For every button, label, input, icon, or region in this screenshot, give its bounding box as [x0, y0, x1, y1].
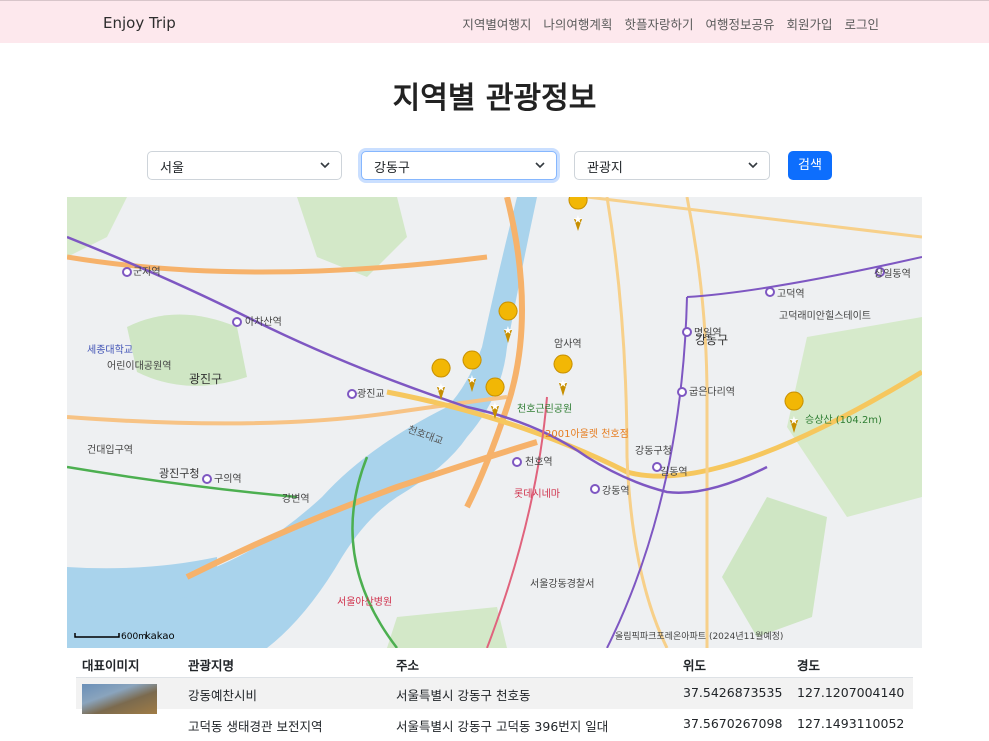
page-title: 지역별 관광정보: [392, 81, 597, 116]
search-button[interactable]: 검색: [788, 151, 832, 180]
cell-address: 서울특별시 강동구 고덕동 396번지 일대: [396, 719, 609, 734]
svg-text:군자역: 군자역: [133, 266, 161, 278]
content-type-select-value: 관광지: [587, 161, 623, 176]
svg-text:승상산 (104.2m): 승상산 (104.2m): [805, 414, 882, 426]
svg-text:600m: 600m: [121, 632, 147, 642]
svg-text:광진구: 광진구: [189, 372, 222, 386]
svg-text:★: ★: [503, 324, 513, 337]
nav-link-signup[interactable]: 회원가입: [786, 14, 832, 33]
chevron-down-icon: [535, 162, 545, 169]
svg-text:★: ★: [789, 414, 799, 427]
svg-text:올림픽파크포레온아파트 (2024년11월예정): 올림픽파크포레온아파트 (2024년11월예정): [615, 630, 783, 642]
cell-lng: 127.1207004140: [797, 685, 905, 700]
svg-text:★: ★: [573, 213, 583, 226]
svg-text:★: ★: [558, 377, 568, 390]
svg-text:★: ★: [436, 381, 446, 394]
svg-text:상일동역: 상일동역: [874, 268, 911, 280]
column-header-address: 주소: [396, 658, 420, 673]
map-canvas[interactable]: 광진구 강동구 광진구청 아차산역 구의역 강변역 천호역 강동역 길동역 암사…: [67, 197, 922, 648]
cell-lat: 37.5426873535: [683, 685, 783, 700]
column-header-name: 관광지명: [188, 658, 235, 673]
column-header-lat: 위도: [683, 658, 707, 673]
svg-text:구의역: 구의역: [214, 473, 242, 485]
table-row[interactable]: 강동예찬시비 서울특별시 강동구 천호동 37.5426873535 127.1…: [76, 678, 913, 709]
svg-text:천호역: 천호역: [525, 456, 553, 468]
kakao-map[interactable]: 광진구 강동구 광진구청 아차산역 구의역 강변역 천호역 강동역 길동역 암사…: [67, 197, 922, 648]
svg-text:광진구청: 광진구청: [159, 467, 199, 480]
svg-text:명일역: 명일역: [694, 327, 722, 339]
svg-text:세종대학교: 세종대학교: [87, 344, 133, 356]
svg-text:건대입구역: 건대입구역: [87, 443, 133, 456]
content-type-select[interactable]: 관광지: [574, 151, 770, 180]
svg-text:롯데시네마: 롯데시네마: [514, 488, 560, 500]
svg-text:서울아산병원: 서울아산병원: [337, 596, 392, 608]
svg-text:길동역: 길동역: [660, 465, 688, 478]
table-header: 대표이미지 관광지명 주소 위도 경도: [76, 648, 913, 678]
sido-select[interactable]: 서울: [147, 151, 342, 180]
svg-text:어린이대공원역: 어린이대공원역: [107, 360, 171, 372]
nav-link-my-plan[interactable]: 나의여행계획: [543, 14, 612, 33]
nav-link-regional-trip[interactable]: 지역별여행지: [462, 14, 531, 33]
nav-link-hotplace[interactable]: 핫플자랑하기: [624, 14, 693, 33]
gugun-select-value: 강동구: [374, 161, 410, 176]
park-area: [127, 314, 247, 386]
svg-text:광진교: 광진교: [357, 388, 385, 400]
cell-name: 고덕동 생태경관 보전지역: [188, 719, 323, 734]
nav-menu: 지역별여행지 나의여행계획 핫플자랑하기 여행정보공유 회원가입 로그인: [462, 14, 879, 33]
table-row[interactable]: 고덕동 생태경관 보전지역 서울특별시 강동구 고덕동 396번지 일대 37.…: [76, 709, 913, 740]
brand-logo[interactable]: Enjoy Trip: [103, 14, 176, 32]
top-navbar: Enjoy Trip 지역별여행지 나의여행계획 핫플자랑하기 여행정보공유 회…: [0, 0, 989, 43]
svg-text:강동역: 강동역: [602, 485, 630, 497]
svg-text:★: ★: [490, 400, 500, 413]
svg-text:★: ★: [467, 373, 477, 386]
svg-text:2001아울렛 천호점: 2001아울렛 천호점: [545, 428, 629, 440]
cell-lng: 127.1493110052: [797, 716, 905, 731]
attraction-table: 대표이미지 관광지명 주소 위도 경도 강동예찬시비 서울특별시 강동구 천호동…: [76, 648, 913, 740]
svg-text:고덕래미안힐스테이트: 고덕래미안힐스테이트: [779, 309, 871, 322]
chevron-down-icon: [320, 162, 330, 169]
chevron-down-icon: [748, 162, 758, 169]
cell-name: 강동예찬시비: [188, 688, 258, 703]
attraction-thumbnail-image: [82, 684, 157, 714]
svg-text:굽은다리역: 굽은다리역: [689, 386, 735, 398]
svg-text:고덕역: 고덕역: [777, 288, 805, 300]
cell-lat: 37.5670267098: [683, 716, 783, 731]
svg-text:암사역: 암사역: [554, 338, 582, 350]
svg-text:kakao: kakao: [145, 631, 175, 642]
svg-text:강변역: 강변역: [282, 493, 310, 505]
sido-select-value: 서울: [160, 161, 184, 176]
nav-link-login[interactable]: 로그인: [844, 14, 879, 33]
gugun-select[interactable]: 강동구: [361, 151, 557, 180]
svg-text:강동구청: 강동구청: [635, 445, 672, 457]
column-header-lng: 경도: [797, 658, 821, 673]
svg-text:아차산역: 아차산역: [245, 316, 282, 328]
nav-link-info-share[interactable]: 여행정보공유: [705, 14, 774, 33]
cell-address: 서울특별시 강동구 천호동: [396, 688, 531, 703]
svg-text:서울강동경찰서: 서울강동경찰서: [530, 577, 594, 590]
svg-text:천호근린공원: 천호근린공원: [517, 403, 572, 415]
column-header-image: 대표이미지: [82, 658, 140, 673]
